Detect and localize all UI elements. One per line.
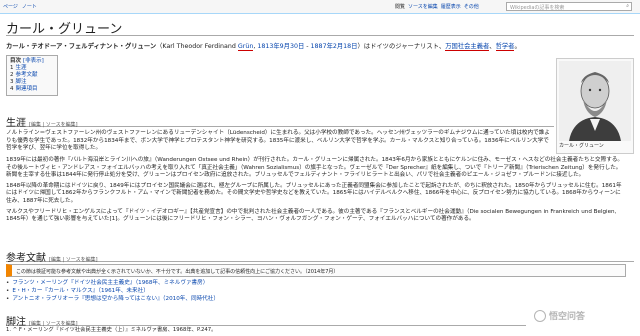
section-heading-notes: 脚注 [編集 | ソースを編集] xyxy=(6,313,526,328)
watermark-logo-icon xyxy=(534,309,546,322)
page-actions: 閲覧 ソースを編集 履歴表示 その他 xyxy=(395,3,479,10)
toc-label: 参考文献 xyxy=(15,72,38,78)
notes-item: 1. ^ F・メーリング『ドイツ社会民主主義史（上）』ミネルヴァ書房、1968年… xyxy=(6,327,217,333)
section-notes: 脚注 [編集 | ソースを編集] 1. ^ F・メーリング『ドイツ社会民主主義史（… xyxy=(6,313,526,334)
reference-item[interactable]: フランツ・メーリング『ドイツ社会民主主義史』（1968年、ミネルヴァ書房） xyxy=(6,279,634,287)
reference-item[interactable]: アントニオ・ラブリオーラ『思想は空から降ってはこない』（2010年、同時代社） xyxy=(6,295,634,303)
reference-list: フランツ・メーリング『ドイツ社会民主主義史』（1968年、ミネルヴァ書房） E・… xyxy=(6,279,634,303)
citation-notice: この節は検証可能な参考文献や出典が全く示されていないか、不十分です。出典を追加し… xyxy=(6,264,626,277)
link-socialist[interactable]: 万国社会主義者 xyxy=(445,43,490,51)
portrait-caption: カール・グリューン xyxy=(559,143,604,149)
tab-page[interactable]: ページ xyxy=(2,3,19,10)
life-paragraph-2: 1839年には最初の著作『バルト海沿岸とライン川への旅』（Wanderungen… xyxy=(6,157,624,179)
lead-name: カール・テオドーア・フェルディナント・グリューン xyxy=(6,43,157,50)
page-title: カール・グリューン xyxy=(6,18,634,37)
action-more[interactable]: その他 xyxy=(464,3,479,10)
portrait-image[interactable] xyxy=(559,61,631,141)
search-input[interactable]: Wikipediaの記事を検索 ⌕ xyxy=(506,2,632,11)
section-title: 参考文献 xyxy=(6,253,46,264)
watermark-text: 悟空问答 xyxy=(549,312,586,322)
toc-item-notes[interactable]: 3 脚注 xyxy=(10,79,54,86)
portrait-thumbnail[interactable]: カール・グリューン xyxy=(556,58,634,154)
section-life: 生涯 [編集 | ソースを編集] ノルトライン＝ヴェストファーレン州のヴェストファ… xyxy=(6,114,554,153)
action-history[interactable]: 履歴表示 xyxy=(441,3,461,10)
lead-text: ）はドイツのジャーナリスト、 xyxy=(357,43,446,50)
toc-heading: 目次 [非表示] xyxy=(10,58,54,65)
link-death-date[interactable]: 1887年2月18日 xyxy=(311,43,358,50)
tab-talk[interactable]: ノート xyxy=(21,3,38,10)
lead-paragraph: カール・テオドーア・フェルディナント・グリューン（Karl Theodor Fe… xyxy=(6,43,606,51)
toc-list: 1 生涯 2 参考文献 3 脚注 4 関連項目 xyxy=(10,65,54,93)
toc-item-related[interactable]: 4 関連項目 xyxy=(10,86,54,93)
toc-number: 4 xyxy=(10,86,14,92)
link-grun[interactable]: Grün xyxy=(237,43,254,51)
lead-text: （Karl Theodor Ferdinand xyxy=(156,43,238,50)
toc-item-life[interactable]: 1 生涯 xyxy=(10,65,54,72)
section-edit-link[interactable]: [編集 | ソースを編集] xyxy=(49,257,98,263)
toc-number: 1 xyxy=(10,65,14,71)
section-edit-link[interactable]: [編集 | ソースを編集] xyxy=(29,321,78,327)
section-title: 生涯 xyxy=(6,118,26,129)
life-paragraph-4: マルクスやフリードリヒ・エンゲルスによって『ドイツ・イデオロギー』【共産党宣言】… xyxy=(6,208,617,223)
search-icon[interactable]: ⌕ xyxy=(626,3,629,9)
notice-text: この節は検証可能な参考文献や出典が全く示されていないか、不十分です。出典を追加し… xyxy=(16,269,339,275)
life-paragraph-3: 1848年以降の革命期にはドイツに戻り、1849年にはプロイセン国民議会に選ばれ… xyxy=(6,182,622,204)
toc-hide-button[interactable]: [非表示] xyxy=(23,58,44,64)
section-heading-references: 参考文献 [編集 | ソースを編集] xyxy=(6,249,634,264)
reference-item[interactable]: E・H・カー『カール・マルクス』（1961年、未来社） xyxy=(6,287,634,295)
toc-item-references[interactable]: 2 参考文献 xyxy=(10,72,54,79)
page-tabs: ページ ノート xyxy=(2,3,38,10)
life-paragraph-1: ノルトライン＝ヴェストファーレン州のヴェストファーレンにあるリューデンシャイト（… xyxy=(6,130,550,152)
section-edit-link[interactable]: [編集 | ソースを編集] xyxy=(29,122,78,128)
toc-number: 2 xyxy=(10,72,14,78)
section-life-cont: 1839年には最初の著作『バルト海沿岸とライン川への旅』（Wanderungen… xyxy=(6,157,626,224)
action-read[interactable]: 閲覧 xyxy=(395,3,405,10)
toc-label: 脚注 xyxy=(15,79,27,85)
search-placeholder: Wikipediaの記事を検索 xyxy=(510,5,565,11)
table-of-contents: 目次 [非表示] 1 生涯 2 参考文献 3 脚注 4 関連項目 xyxy=(6,55,58,96)
reference-text[interactable]: フランツ・メーリング『ドイツ社会民主主義史』（1968年、ミネルヴァ書房） xyxy=(12,280,208,286)
toc-label: 生涯 xyxy=(15,65,27,71)
section-title: 脚注 xyxy=(6,317,26,328)
reference-text[interactable]: アントニオ・ラブリオーラ『思想は空から降ってはこない』（2010年、同時代社） xyxy=(12,296,219,302)
link-philosopher[interactable]: 哲学者 xyxy=(495,43,515,51)
section-references: 参考文献 [編集 | ソースを編集] この節は検証可能な参考文献や出典が全く示され… xyxy=(6,249,634,303)
action-edit-source[interactable]: ソースを編集 xyxy=(408,3,438,10)
toc-label: 関連項目 xyxy=(15,86,38,92)
link-birth-date[interactable]: 1813年9月30日 xyxy=(257,43,304,50)
lead-text: 。 xyxy=(514,43,521,50)
top-bar: ページ ノート 閲覧 ソースを編集 履歴表示 その他 Wikipediaの記事を… xyxy=(0,0,640,13)
portrait-engraving xyxy=(559,61,631,141)
watermark: 悟空问答 xyxy=(534,309,585,322)
reference-text[interactable]: E・H・カー『カール・マルクス』（1961年、未来社） xyxy=(12,288,148,294)
lead-text: 、 xyxy=(489,43,496,50)
toc-title: 目次 xyxy=(10,58,22,64)
section-heading-life: 生涯 [編集 | ソースを編集] xyxy=(6,114,554,129)
toc-number: 3 xyxy=(10,79,14,85)
